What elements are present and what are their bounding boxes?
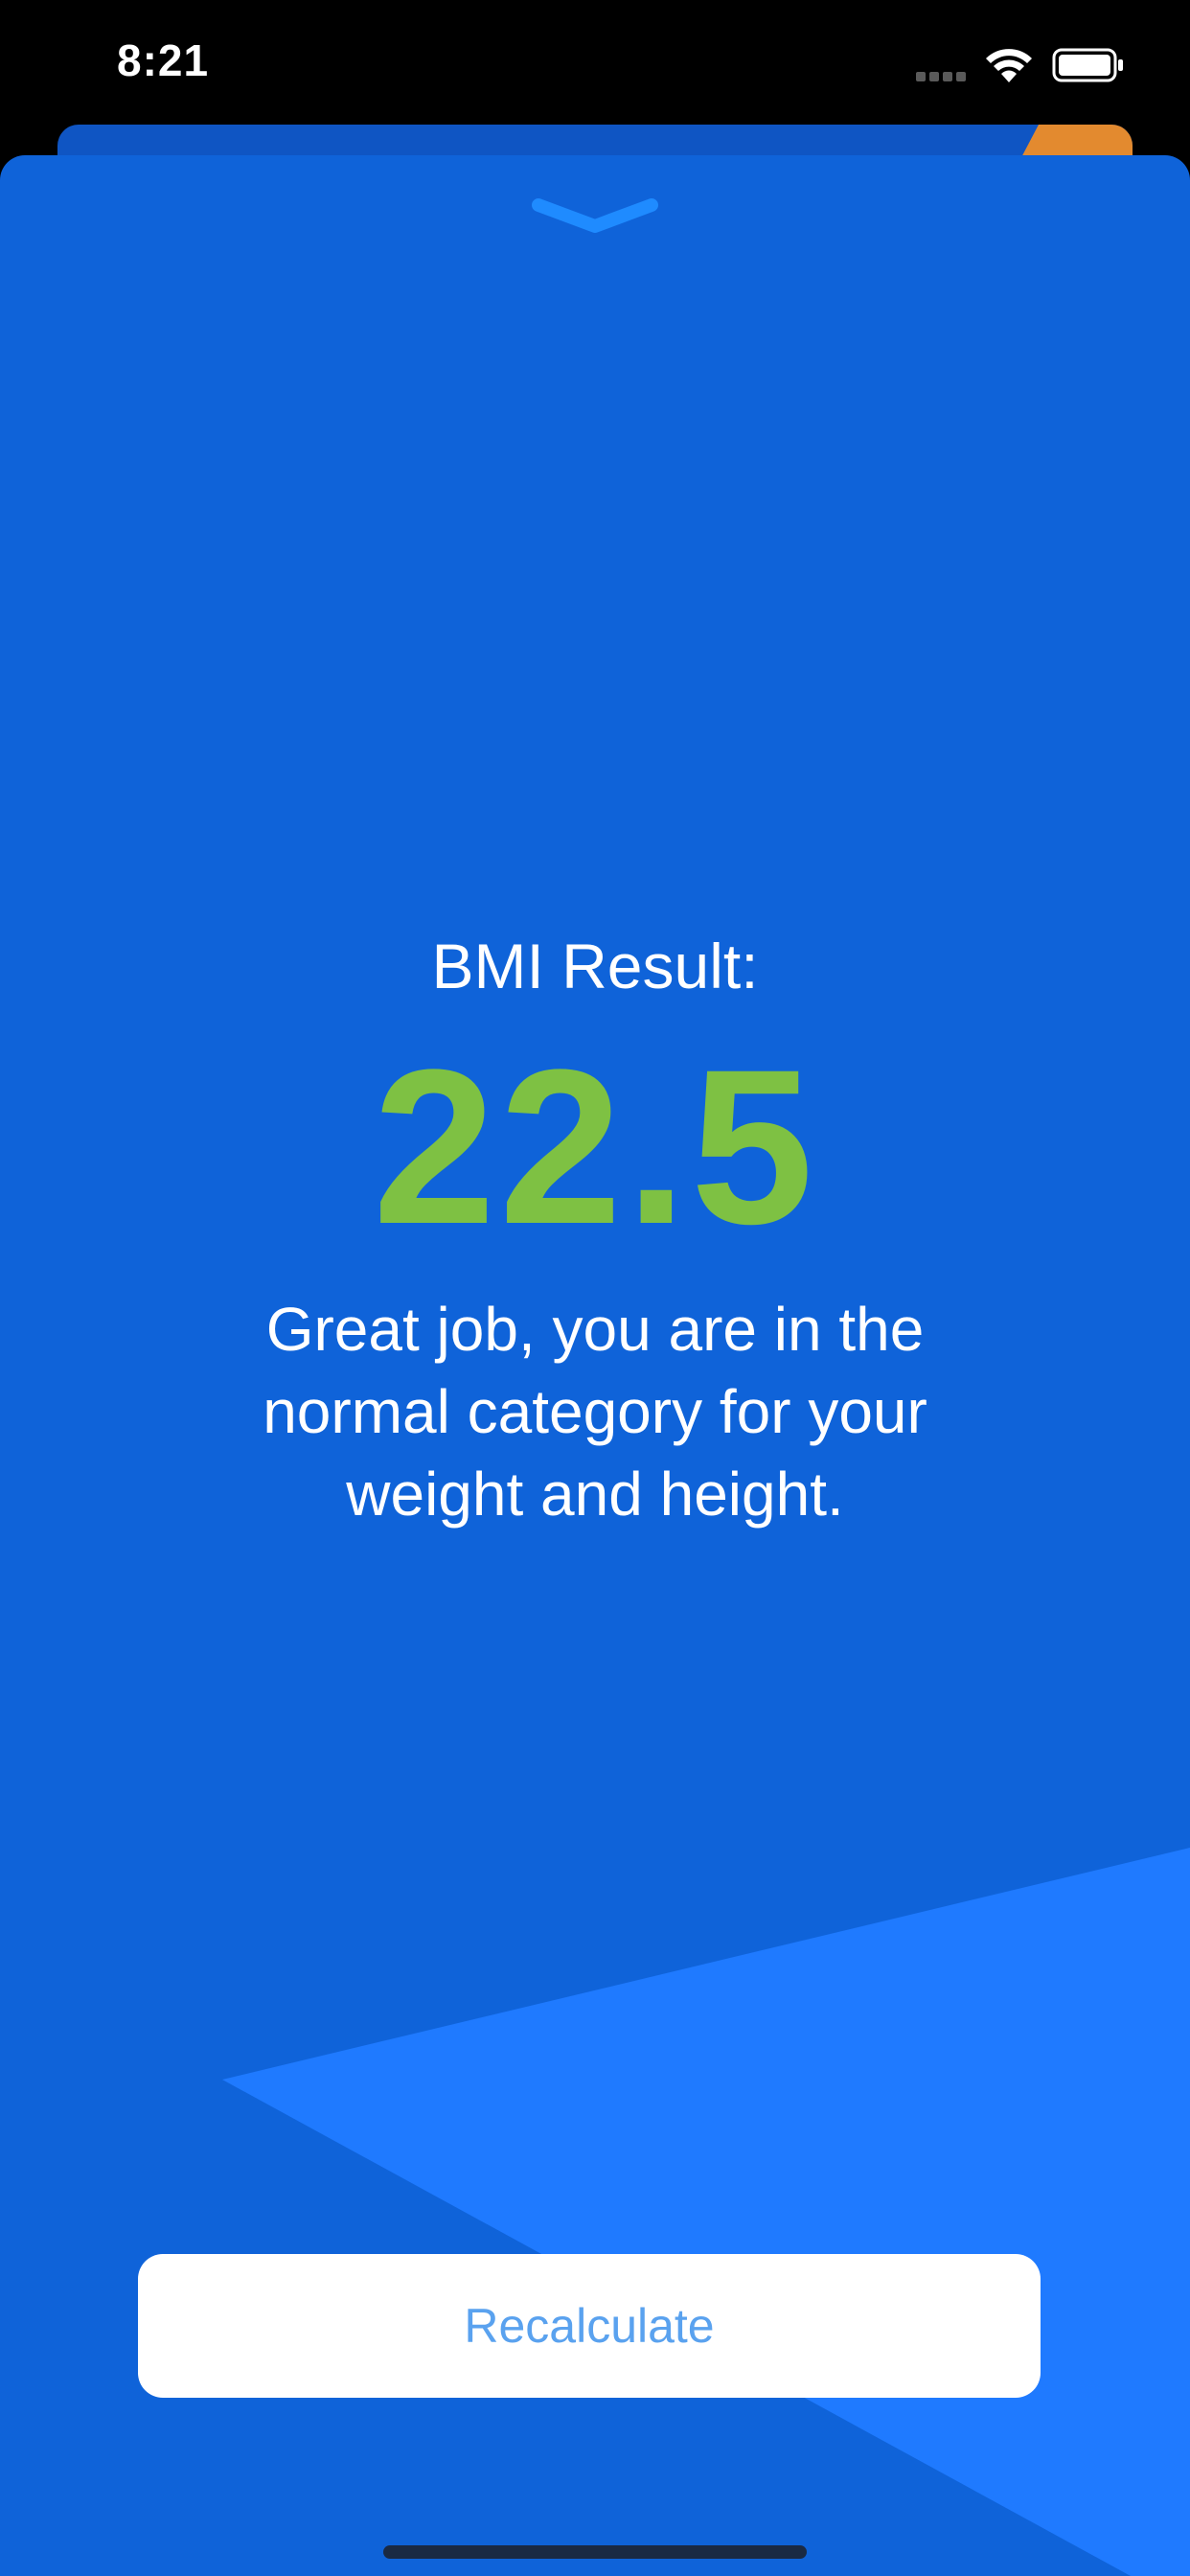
home-indicator — [383, 2545, 807, 2559]
result-title: BMI Result: — [431, 931, 759, 1001]
bmi-value: 22.5 — [373, 1024, 817, 1270]
signal-icon — [916, 69, 970, 82]
status-time: 8:21 — [117, 35, 210, 85]
chevron-down-icon[interactable] — [531, 197, 659, 236]
recalculate-button[interactable]: Recalculate — [138, 2254, 1041, 2398]
result-message: Great job, you are in the normal categor… — [263, 1295, 927, 1529]
status-bar: 8:21 — [0, 0, 1190, 134]
result-sheet: BMI Result: 22.5 Great job, you are in t… — [0, 155, 1190, 2576]
wifi-icon — [986, 49, 1032, 82]
battery-icon — [1052, 48, 1123, 82]
screen: 8:21 BMI Result: 22.5 Great job, you are… — [0, 0, 1190, 2576]
